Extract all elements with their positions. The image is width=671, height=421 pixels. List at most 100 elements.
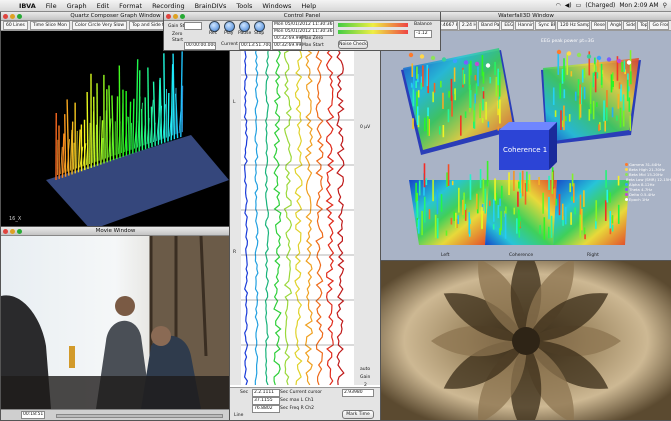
minimize-button[interactable] xyxy=(173,14,178,19)
zero-label: Zero xyxy=(172,32,182,37)
current-time-field[interactable]: 00:13:51.700 xyxy=(239,42,271,50)
graph-bar xyxy=(130,102,131,155)
eeg-trace xyxy=(306,45,313,385)
eeg-trace xyxy=(255,45,258,385)
menu-edit[interactable]: Edit xyxy=(92,2,115,10)
minimize-button[interactable] xyxy=(10,14,15,19)
menu-format[interactable]: Format xyxy=(114,2,147,10)
reset-button[interactable]: Reset xyxy=(591,21,606,30)
volume-icon[interactable]: ◀) xyxy=(565,2,572,9)
level-meter-1 xyxy=(338,23,408,27)
menu-ibva[interactable]: IBVA xyxy=(14,2,41,10)
timeslice-select[interactable]: Time Slice Mon xyxy=(30,21,70,30)
menu-tools[interactable]: Tools xyxy=(231,2,257,10)
eeg-peak-label: EEG peak power pt=3G xyxy=(541,38,595,44)
lines-select[interactable]: 60 Lines xyxy=(3,21,28,30)
pause-label: Pause xyxy=(238,31,251,36)
band-marker xyxy=(420,54,424,58)
foreground-shadow xyxy=(1,376,230,409)
menu-graph[interactable]: Graph xyxy=(62,2,92,10)
battery-icon[interactable]: ▭ xyxy=(576,2,582,9)
coherence-label: Coherence 1 xyxy=(503,146,547,154)
strip-footer: Sec 2.2.1111 Sec Current cursor 37.1155 … xyxy=(230,387,380,421)
movie-scrubber[interactable] xyxy=(56,414,223,418)
stop-label: Stop xyxy=(254,31,264,36)
footer-val1[interactable]: 2.2.1111 xyxy=(252,389,280,397)
footer-line: Line xyxy=(234,413,243,418)
high-freq-field[interactable]: 2.24 Hz xyxy=(459,21,477,30)
menu-windows[interactable]: Windows xyxy=(257,2,296,10)
current-label: Current xyxy=(221,42,238,47)
angle-button[interactable]: Angle xyxy=(607,21,622,30)
strip-chart-window: L R 0 µV auto Gain 2 Sec 2.2.1111 Sec Cu… xyxy=(229,44,381,421)
band-marker xyxy=(453,59,457,63)
graph-bar xyxy=(65,114,66,177)
bottom-left-label: Left xyxy=(441,252,450,258)
start-time-field[interactable]: 00:32:69.99 xyxy=(272,42,302,50)
movie-titlebar[interactable]: Movie Window xyxy=(1,227,230,236)
graph-bar xyxy=(133,99,134,154)
person-head xyxy=(115,296,135,316)
balance-field[interactable]: -1.12 xyxy=(414,30,432,38)
waterfall-3d-view[interactable]: Coherence 1 EEG peak power pt=3G Left Co… xyxy=(381,30,671,260)
sampling-select[interactable]: 120 Hz Sampling xyxy=(557,21,590,30)
menu-braindivs[interactable]: BrainDIVs xyxy=(190,2,232,10)
footer-val3[interactable]: 76.8802 xyxy=(252,405,280,413)
band-marker xyxy=(597,56,601,60)
bottle xyxy=(69,346,75,368)
noise-check-button[interactable]: Noise Check xyxy=(338,40,368,49)
spotlight-icon[interactable]: ⚲ xyxy=(663,2,667,9)
eeg-trace xyxy=(337,45,344,385)
top-button[interactable]: Top xyxy=(637,21,648,30)
graph-bar xyxy=(168,93,169,141)
hanning-select[interactable]: Hanning xyxy=(515,21,534,30)
mandala-panel xyxy=(380,260,671,421)
close-button[interactable] xyxy=(3,14,8,19)
band-pass-select[interactable]: Band Pass xyxy=(478,21,500,30)
graph-floor xyxy=(46,135,229,226)
movie-controls: 00:18:51 xyxy=(1,409,230,420)
menu-help[interactable]: Help xyxy=(296,2,321,10)
sync-bft-select[interactable]: Sync BFT xyxy=(535,21,556,30)
zoom-button[interactable] xyxy=(17,229,22,234)
footer-val2[interactable]: 37.1155 xyxy=(252,397,280,405)
band-marker xyxy=(567,51,571,55)
graph-bar xyxy=(97,83,98,166)
eeg-select[interactable]: EEG xyxy=(501,21,514,30)
gain-start-field[interactable] xyxy=(184,22,202,30)
clock[interactable]: Mon 2:09 AM xyxy=(619,2,658,9)
left-time-field[interactable]: 00:00:00.000 xyxy=(184,42,216,50)
close-button[interactable] xyxy=(166,14,171,19)
coherence-cube-top xyxy=(499,122,557,130)
minimize-button[interactable] xyxy=(10,229,15,234)
movie-time: 00:18:51 xyxy=(21,411,45,419)
control-panel-titlebar[interactable]: Control Panel xyxy=(164,12,440,21)
graph-bar xyxy=(106,110,107,158)
band-marker xyxy=(486,63,490,67)
zoom-button[interactable] xyxy=(180,14,185,19)
footer-cursor: Sec Current cursor xyxy=(280,390,322,395)
side-button[interactable]: Side xyxy=(623,21,636,30)
legend-swatch xyxy=(625,168,628,171)
graph-bar xyxy=(77,131,78,168)
legend-item: Epoch 1Hz xyxy=(625,197,669,202)
waterfall-title: Waterfall3D Window xyxy=(498,13,554,19)
movie-title: Movie Window xyxy=(96,228,136,234)
go-front-button[interactable]: Go Front xyxy=(649,21,669,30)
wifi-icon[interactable]: ◠ xyxy=(555,2,560,9)
color-select[interactable]: Color Circle Very Slow xyxy=(72,21,127,30)
legend-swatch xyxy=(625,163,628,166)
footer-right1[interactable]: 2.93980 xyxy=(342,389,374,397)
zoom-button[interactable] xyxy=(17,14,22,19)
mark-time-button[interactable]: Mark Time xyxy=(342,410,374,419)
movie-window: Movie Window 00:18:51 xyxy=(0,226,231,421)
strip-label-auto: auto xyxy=(360,367,370,372)
menu-recording[interactable]: Recording xyxy=(147,2,190,10)
graph-bar xyxy=(72,122,73,175)
menu-file[interactable]: File xyxy=(41,2,62,10)
max-start-label: Max Start xyxy=(302,43,324,48)
bottom-right-label: Right xyxy=(587,252,599,258)
close-button[interactable] xyxy=(3,229,8,234)
quartz-title: Quartz Composer Graph Window xyxy=(70,13,160,19)
graph-bar xyxy=(139,70,140,151)
